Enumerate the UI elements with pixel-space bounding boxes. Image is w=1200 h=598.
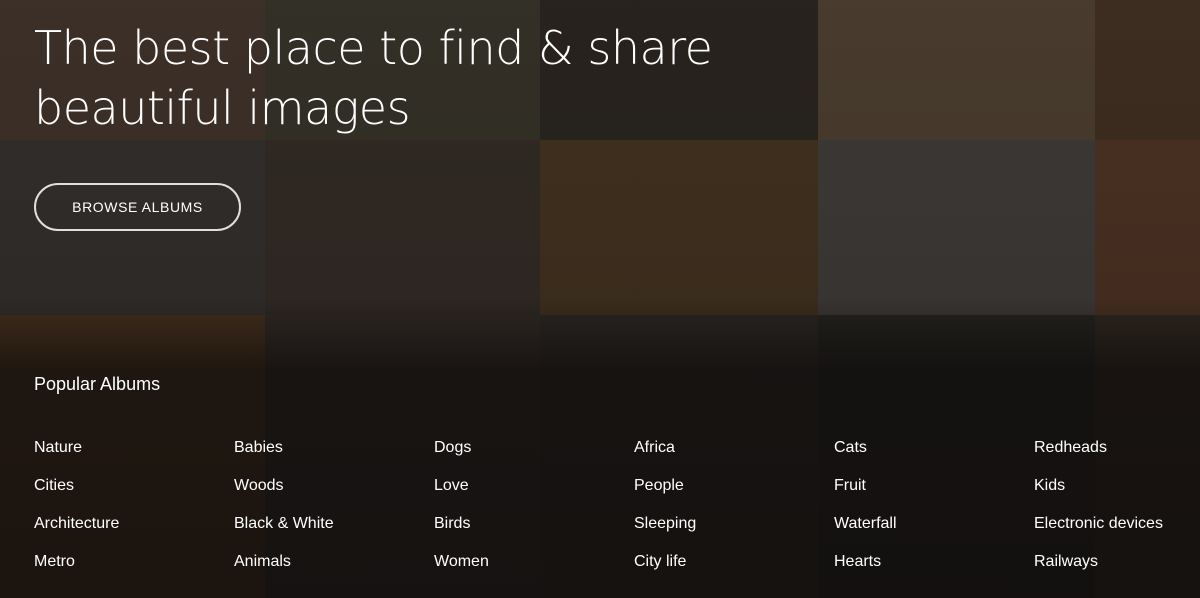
album-link-africa[interactable]: Africa — [634, 438, 834, 476]
album-link-woods[interactable]: Woods — [234, 476, 434, 514]
album-link-animals[interactable]: Animals — [234, 552, 434, 590]
popular-albums-list: Nature Cities Architecture Metro Babies … — [34, 438, 1200, 590]
browse-albums-button[interactable]: BROWSE ALBUMS — [34, 183, 241, 231]
album-link-nature[interactable]: Nature — [34, 438, 234, 476]
album-link-redheads[interactable]: Redheads — [1034, 438, 1200, 476]
album-link-architecture[interactable]: Architecture — [34, 514, 234, 552]
album-link-babies[interactable]: Babies — [234, 438, 434, 476]
album-link-railways[interactable]: Railways — [1034, 552, 1200, 590]
album-link-cities[interactable]: Cities — [34, 476, 234, 514]
album-link-kids[interactable]: Kids — [1034, 476, 1200, 514]
page-headline: The best place to find & share beautiful… — [34, 18, 794, 138]
hero-content: The best place to find & share beautiful… — [0, 0, 1200, 598]
hero-section: The best place to find & share beautiful… — [0, 0, 1200, 598]
headline-line-2: beautiful images — [34, 81, 411, 135]
album-link-people[interactable]: People — [634, 476, 834, 514]
album-link-cats[interactable]: Cats — [834, 438, 1034, 476]
album-link-dogs[interactable]: Dogs — [434, 438, 634, 476]
album-link-city-life[interactable]: City life — [634, 552, 834, 590]
album-link-birds[interactable]: Birds — [434, 514, 634, 552]
popular-albums-heading: Popular Albums — [34, 374, 161, 394]
album-link-women[interactable]: Women — [434, 552, 634, 590]
album-link-love[interactable]: Love — [434, 476, 634, 514]
album-link-black-white[interactable]: Black & White — [234, 514, 434, 552]
album-link-electronic-devices[interactable]: Electronic devices — [1034, 514, 1200, 552]
album-link-hearts[interactable]: Hearts — [834, 552, 1034, 590]
album-link-sleeping[interactable]: Sleeping — [634, 514, 834, 552]
album-link-fruit[interactable]: Fruit — [834, 476, 1034, 514]
album-link-waterfall[interactable]: Waterfall — [834, 514, 1034, 552]
headline-line-1: The best place to find & share — [34, 21, 713, 75]
album-link-metro[interactable]: Metro — [34, 552, 234, 590]
